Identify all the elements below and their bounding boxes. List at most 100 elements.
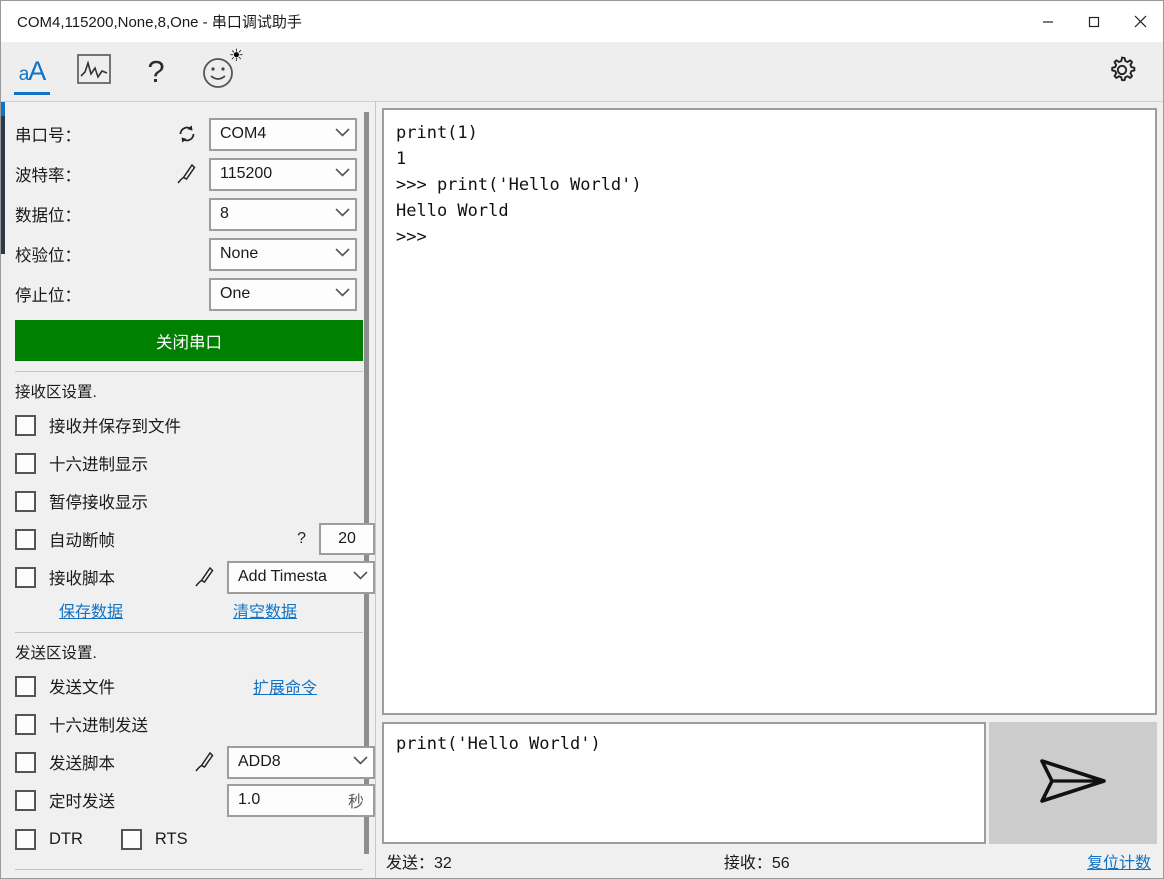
receive-terminal[interactable]: print(1) 1 >>> print('Hello World') Hell…	[382, 108, 1157, 715]
field-stopbits: 停止位： One	[15, 274, 375, 314]
frame-help-icon[interactable]: ?	[297, 530, 306, 548]
tab-about[interactable]: ☀	[187, 42, 249, 102]
send-input[interactable]: print('Hello World')	[382, 722, 986, 844]
pen-icon[interactable]	[183, 565, 227, 589]
field-databits: 数据位： 8	[15, 194, 375, 234]
chevron-down-icon	[334, 245, 351, 263]
rts-label: RTS	[154, 829, 188, 848]
checkbox-label: 接收并保存到文件	[49, 418, 181, 436]
stopbits-select[interactable]: One	[209, 277, 357, 311]
checkbox-label: 暂停接收显示	[49, 494, 148, 512]
pen-icon[interactable]	[183, 750, 227, 774]
close-button[interactable]	[1117, 1, 1163, 42]
gear-icon	[1105, 53, 1139, 92]
title-bar: COM4,115200,None,8,One - 串口调试助手	[1, 1, 1163, 42]
settings-scroll-area: 串口号： COM4 波特率： 115200 数据位： 8 校验位： None 停…	[1, 102, 375, 878]
checkbox-label: 十六进制显示	[49, 456, 148, 474]
stopbits-label: 停止位：	[15, 287, 81, 305]
send-script-select[interactable]: ADD8	[227, 745, 375, 779]
checkbox-box[interactable]	[15, 751, 36, 773]
checkbox-box[interactable]	[15, 528, 36, 550]
send-interval-value: 1.0	[238, 791, 261, 808]
baudrate-value: 115200	[220, 165, 273, 182]
divider	[15, 632, 363, 633]
refresh-icon[interactable]	[165, 123, 209, 145]
checkbox-hex-display[interactable]: 十六进制显示	[15, 444, 375, 482]
paper-plane-icon	[1036, 753, 1110, 814]
chevron-down-icon	[334, 165, 351, 183]
send-row: print('Hello World')	[382, 722, 1157, 844]
databits-value: 8	[220, 205, 229, 222]
field-baudrate: 波特率： 115200	[15, 154, 375, 194]
chevron-down-icon	[352, 568, 369, 586]
io-area: print(1) 1 >>> print('Hello World') Hell…	[376, 102, 1163, 878]
receive-script-select[interactable]: Add Timesta	[227, 560, 375, 594]
maximize-button[interactable]	[1071, 1, 1117, 42]
reset-counter-link[interactable]: 复位计数	[1087, 849, 1151, 873]
checkbox-box[interactable]	[15, 566, 36, 588]
window-title: COM4,115200,None,8,One - 串口调试助手	[17, 14, 302, 31]
receive-section-title: 接收区设置.	[15, 384, 97, 401]
chevron-down-icon	[334, 125, 351, 143]
port-select[interactable]: COM4	[209, 117, 357, 151]
checkbox-label: 接收脚本	[49, 570, 115, 588]
checkbox-box[interactable]	[15, 675, 36, 697]
dtr-label: DTR	[49, 829, 83, 848]
checkbox-send-file[interactable]: 发送文件 扩展命令	[15, 667, 375, 705]
checkbox-box[interactable]	[15, 452, 36, 474]
extend-command-link[interactable]: 扩展命令	[253, 674, 317, 698]
checkbox-pause-display[interactable]: 暂停接收显示	[15, 482, 375, 520]
save-data-link[interactable]: 保存数据	[59, 598, 123, 622]
checkbox-box[interactable]	[15, 713, 36, 735]
send-interval-input[interactable]: 1.0 秒	[227, 783, 375, 817]
send-button[interactable]	[989, 722, 1157, 844]
divider	[15, 869, 363, 870]
divider	[15, 371, 363, 372]
smiley-icon: ☀	[198, 47, 244, 92]
checkbox-box[interactable]	[15, 490, 36, 512]
frame-timeout-input[interactable]: 20	[319, 523, 375, 555]
checkbox-box[interactable]	[15, 789, 36, 811]
pen-icon[interactable]	[165, 162, 209, 186]
checkbox-hex-send[interactable]: 十六进制发送	[15, 705, 375, 743]
close-port-button[interactable]: 关闭串口	[15, 320, 363, 361]
tab-font-size[interactable]: aA	[1, 42, 63, 102]
checkbox-receive-script[interactable]: 接收脚本 Add Timesta	[15, 558, 375, 596]
checkbox-label: 发送脚本	[49, 755, 115, 773]
parity-label: 校验位：	[15, 247, 81, 265]
port-value: COM4	[220, 125, 267, 142]
sun-icon: ☀	[228, 45, 244, 65]
main-area: 串口号： COM4 波特率： 115200 数据位： 8 校验位： None 停…	[1, 102, 1163, 878]
checkbox-dtr[interactable]	[15, 828, 36, 850]
received-count: 接收：56	[723, 855, 790, 872]
tab-waveform[interactable]	[63, 42, 125, 102]
checkbox-label: 自动断帧	[49, 532, 115, 550]
tab-help[interactable]: ?	[125, 42, 187, 102]
baudrate-select[interactable]: 115200	[209, 157, 357, 191]
checkbox-save-to-file[interactable]: 接收并保存到文件	[15, 406, 375, 444]
parity-value: None	[220, 245, 259, 262]
send-script-value: ADD8	[238, 753, 281, 770]
databits-select[interactable]: 8	[209, 197, 357, 231]
clear-data-link[interactable]: 清空数据	[233, 598, 297, 622]
chevron-down-icon	[352, 753, 369, 771]
checkbox-box[interactable]	[15, 414, 36, 436]
checkbox-auto-frame[interactable]: 自动断帧 ? 20	[15, 520, 375, 558]
send-section-title: 发送区设置.	[15, 645, 97, 662]
receive-links: 保存数据 清空数据	[15, 598, 363, 622]
question-mark-icon: ?	[147, 53, 165, 89]
minimize-button[interactable]	[1025, 1, 1071, 42]
sent-count: 发送：32	[386, 855, 452, 872]
checkbox-label: 定时发送	[49, 793, 115, 811]
toolbar: aA ? ☀	[1, 42, 1163, 102]
checkbox-label: 十六进制发送	[49, 717, 148, 735]
field-parity: 校验位： None	[15, 234, 375, 274]
port-label: 串口号：	[15, 127, 81, 145]
font-size-icon: aA	[18, 56, 47, 86]
checkbox-timed-send[interactable]: 定时发送 1.0 秒	[15, 781, 375, 819]
settings-button[interactable]	[1091, 42, 1153, 102]
parity-select[interactable]: None	[209, 237, 357, 271]
checkbox-rts[interactable]	[120, 828, 142, 850]
checkbox-send-script[interactable]: 发送脚本 ADD8	[15, 743, 375, 781]
field-port: 串口号： COM4	[15, 114, 375, 154]
